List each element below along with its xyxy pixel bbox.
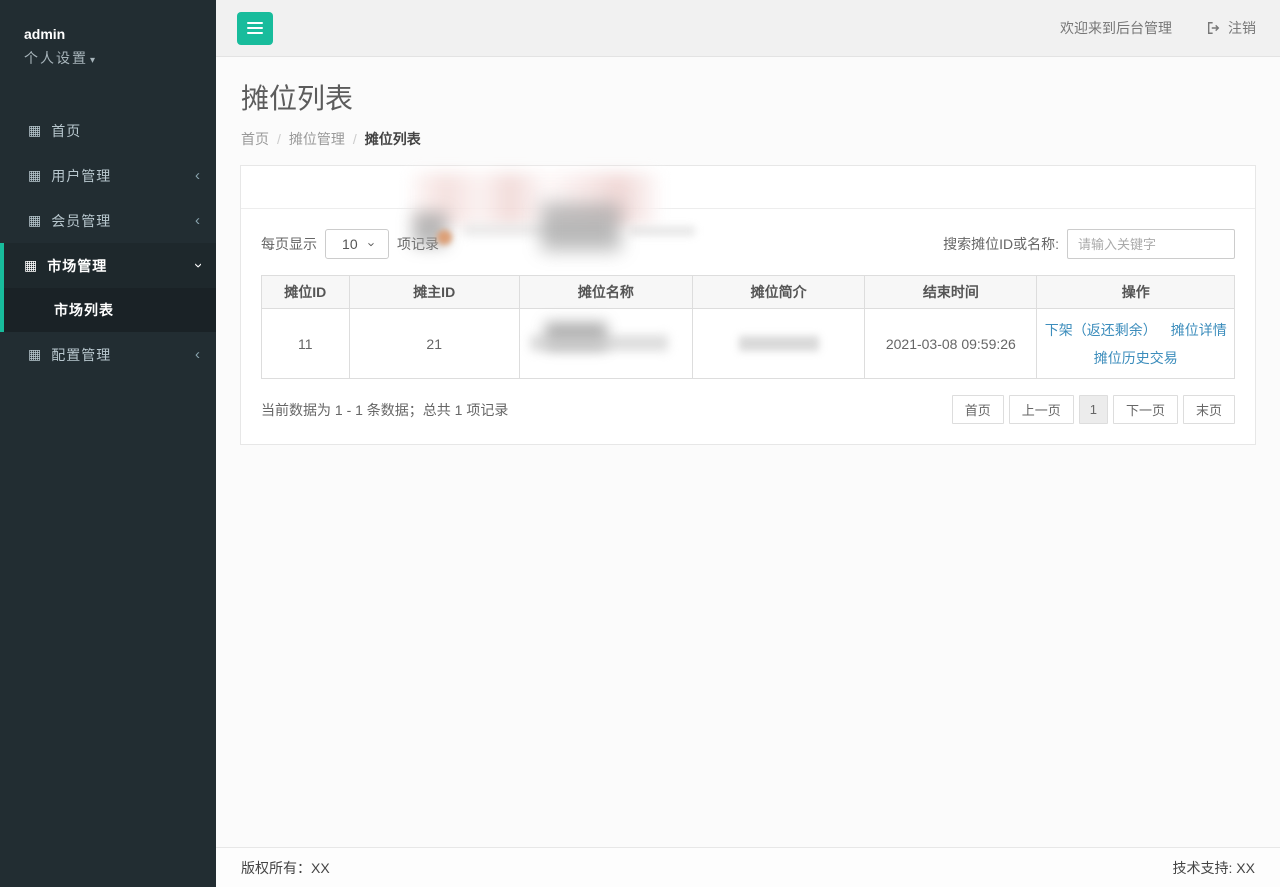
- col-header-actions: 操作: [1037, 276, 1235, 309]
- sign-out-icon: [1206, 21, 1221, 35]
- sidebar-item-label: 用户管理: [51, 166, 195, 186]
- cell-stall-id: 11: [262, 309, 350, 379]
- sidebar-item-label: 市场管理: [47, 256, 195, 276]
- support-text: 技术支持: XX: [1173, 858, 1255, 878]
- censored-blur: [530, 335, 668, 351]
- grid-icon: ▦: [28, 122, 41, 139]
- cell-stall-name: [519, 309, 692, 379]
- page-header: 摊位列表 首页 / 摊位管理 / 摊位列表: [216, 57, 1280, 149]
- breadcrumb-separator: /: [277, 131, 281, 147]
- stall-list-card: 每页显示 10 ‹ 项记录 搜索摊位ID或名称:: [240, 165, 1256, 445]
- user-settings-label: 个人设置: [24, 50, 88, 66]
- per-page-value: 10: [342, 236, 358, 252]
- table-header-row: 摊位ID 摊主ID 摊位名称 摊位简介 结束时间 操作: [262, 276, 1235, 309]
- logout-label: 注销: [1228, 18, 1256, 38]
- grid-icon: ▦: [28, 212, 41, 229]
- action-take-down-link[interactable]: 下架（返还剩余）: [1045, 322, 1157, 338]
- breadcrumb-current: 摊位列表: [365, 129, 421, 149]
- chevron-left-icon: ‹: [195, 212, 200, 229]
- page-footer: 版权所有：XX 技术支持: XX: [216, 847, 1280, 887]
- breadcrumb-stall-management[interactable]: 摊位管理: [289, 129, 345, 149]
- grid-icon: ▦: [28, 346, 41, 363]
- cell-stall-intro: [693, 309, 865, 379]
- sidebar-item-label: 首页: [51, 121, 200, 141]
- grid-icon: ▦: [24, 257, 37, 274]
- pagination-page-1-button[interactable]: 1: [1079, 395, 1108, 424]
- col-header-stall-id: 摊位ID: [262, 276, 350, 309]
- pagination-last-button[interactable]: 末页: [1183, 395, 1235, 424]
- table-row: 11 21 2021-03-08 09:59:26: [262, 309, 1235, 379]
- navbar-right: 欢迎来到后台管理 注销: [1060, 18, 1256, 38]
- action-history-link[interactable]: 摊位历史交易: [1094, 350, 1178, 366]
- user-panel: admin 个人设置▾: [0, 0, 216, 78]
- sidebar-active-section: ▦ 市场管理 ‹ 市场列表: [0, 243, 216, 332]
- col-header-end-time: 结束时间: [865, 276, 1037, 309]
- breadcrumb: 首页 / 摊位管理 / 摊位列表: [241, 129, 1256, 149]
- pagination-prev-button[interactable]: 上一页: [1009, 395, 1074, 424]
- top-navbar: 欢迎来到后台管理 注销: [216, 0, 1280, 57]
- username: admin: [24, 26, 216, 42]
- page-content: 摊位列表 首页 / 摊位管理 / 摊位列表: [216, 57, 1280, 847]
- chevron-left-icon: ‹: [195, 167, 200, 184]
- copyright-text: 版权所有：XX: [241, 858, 330, 878]
- table-toolbar: 每页显示 10 ‹ 项记录 搜索摊位ID或名称:: [261, 229, 1235, 259]
- sidebar: admin 个人设置▾ ▦ 首页 ▦ 用户管理 ‹ ▦ 会员管理 ‹ ▦: [0, 0, 216, 887]
- per-page-suffix: 项记录: [397, 234, 439, 254]
- card-header: [241, 166, 1255, 209]
- chevron-down-icon: ‹: [189, 263, 206, 268]
- search-input[interactable]: [1067, 229, 1235, 259]
- breadcrumb-separator: /: [353, 131, 357, 147]
- grid-icon: ▦: [28, 167, 41, 184]
- card-body: 每页显示 10 ‹ 项记录 搜索摊位ID或名称:: [241, 209, 1255, 444]
- welcome-text: 欢迎来到后台管理: [1060, 18, 1172, 38]
- stall-table: 摊位ID 摊主ID 摊位名称 摊位简介 结束时间 操作 11 2: [261, 275, 1235, 379]
- per-page-control: 每页显示 10 ‹ 项记录: [261, 229, 439, 259]
- sidebar-item-member-management[interactable]: ▦ 会员管理 ‹: [0, 198, 216, 243]
- action-stall-detail-link[interactable]: 摊位详情: [1171, 322, 1227, 338]
- sidebar-item-config-management[interactable]: ▦ 配置管理 ‹: [0, 332, 216, 377]
- search-control: 搜索摊位ID或名称:: [943, 229, 1235, 259]
- sidebar-item-label: 会员管理: [51, 211, 195, 231]
- records-summary: 当前数据为 1 - 1 条数据；总共 1 项记录: [261, 400, 508, 420]
- censored-blur: [545, 322, 607, 349]
- breadcrumb-home[interactable]: 首页: [241, 129, 269, 149]
- caret-down-icon: ▾: [90, 55, 95, 66]
- sidebar-item-label: 市场列表: [54, 300, 200, 320]
- per-page-prefix: 每页显示: [261, 234, 317, 254]
- cell-owner-id: 21: [349, 309, 519, 379]
- logout-button[interactable]: 注销: [1206, 18, 1256, 38]
- sidebar-item-user-management[interactable]: ▦ 用户管理 ‹: [0, 153, 216, 198]
- sidebar-item-market-management[interactable]: ▦ 市场管理 ‹: [4, 243, 216, 288]
- cell-actions: 下架（返还剩余） 摊位详情 摊位历史交易: [1037, 309, 1235, 379]
- sidebar-item-home[interactable]: ▦ 首页: [0, 108, 216, 153]
- main-area: 欢迎来到后台管理 注销 摊位列表 首页 / 摊位管理 / 摊位列: [216, 0, 1280, 887]
- sidebar-item-label: 配置管理: [51, 345, 195, 365]
- pagination: 首页 上一页 1 下一页 末页: [952, 395, 1235, 424]
- page-title: 摊位列表: [241, 77, 1256, 117]
- sidebar-submenu: 市场列表: [4, 288, 216, 332]
- search-label: 搜索摊位ID或名称:: [943, 234, 1059, 254]
- pagination-next-button[interactable]: 下一页: [1113, 395, 1178, 424]
- admin-app: admin 个人设置▾ ▦ 首页 ▦ 用户管理 ‹ ▦ 会员管理 ‹ ▦: [0, 0, 1280, 887]
- sidebar-item-market-list[interactable]: 市场列表: [4, 288, 216, 332]
- col-header-stall-name: 摊位名称: [519, 276, 692, 309]
- table-footer: 当前数据为 1 - 1 条数据；总共 1 项记录 首页 上一页 1 下一页 末页: [261, 395, 1235, 424]
- chevron-left-icon: ‹: [195, 346, 200, 363]
- per-page-select[interactable]: 10 ‹: [325, 229, 389, 259]
- col-header-stall-intro: 摊位简介: [693, 276, 865, 309]
- pagination-first-button[interactable]: 首页: [952, 395, 1004, 424]
- user-settings-dropdown[interactable]: 个人设置▾: [24, 48, 216, 68]
- col-header-owner-id: 摊主ID: [349, 276, 519, 309]
- side-menu: ▦ 首页 ▦ 用户管理 ‹ ▦ 会员管理 ‹ ▦ 市场管理 ‹: [0, 108, 216, 377]
- sidebar-toggle-button[interactable]: [237, 12, 273, 45]
- chevron-down-icon: ‹: [362, 242, 377, 246]
- cell-end-time: 2021-03-08 09:59:26: [865, 309, 1037, 379]
- censored-blur: [739, 336, 819, 351]
